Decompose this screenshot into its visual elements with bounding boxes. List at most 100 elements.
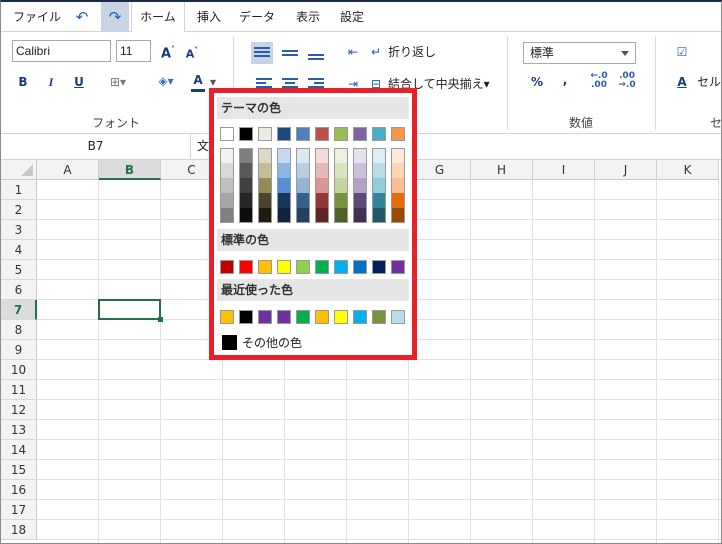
theme-shade-swatch[interactable] — [334, 148, 348, 163]
theme-shade-swatch[interactable] — [315, 163, 329, 178]
standard-color-swatch[interactable] — [372, 260, 386, 274]
theme-shade-swatch[interactable] — [372, 148, 386, 163]
theme-shade-swatch[interactable] — [277, 148, 291, 163]
row-header-1[interactable]: 1 — [1, 180, 37, 200]
theme-shade-swatch[interactable] — [315, 193, 329, 208]
theme-shade-swatch[interactable] — [391, 208, 405, 223]
recent-color-swatch[interactable] — [353, 310, 367, 324]
standard-color-swatch[interactable] — [239, 260, 253, 274]
theme-shade-swatch[interactable] — [353, 208, 367, 223]
theme-color-swatch[interactable] — [353, 127, 367, 141]
name-box[interactable]: B7 — [1, 134, 191, 159]
row-header-3[interactable]: 3 — [1, 220, 37, 240]
decrease-decimal-icon[interactable]: .00 →.0 — [617, 72, 637, 90]
standard-color-swatch[interactable] — [258, 260, 272, 274]
tab-home[interactable]: ホーム — [131, 2, 185, 33]
row-header-13[interactable]: 13 — [1, 420, 37, 440]
standard-color-swatch[interactable] — [220, 260, 234, 274]
standard-color-swatch[interactable] — [353, 260, 367, 274]
recent-color-swatch[interactable] — [315, 310, 329, 324]
theme-shade-swatch[interactable] — [296, 178, 310, 193]
fill-handle[interactable] — [158, 317, 163, 322]
row-header-5[interactable]: 5 — [1, 260, 37, 280]
theme-color-swatch[interactable] — [258, 127, 272, 141]
font-size-select[interactable]: 11 — [116, 40, 151, 62]
theme-shade-swatch[interactable] — [296, 208, 310, 223]
number-format-select[interactable]: 標準 — [523, 42, 636, 64]
indent-icon[interactable]: ⇤ — [345, 44, 361, 60]
theme-shade-swatch[interactable] — [258, 208, 272, 223]
recent-color-swatch[interactable] — [372, 310, 386, 324]
italic-button[interactable]: I — [43, 74, 59, 90]
standard-color-swatch[interactable] — [391, 260, 405, 274]
theme-shade-swatch[interactable] — [239, 163, 253, 178]
theme-shade-swatch[interactable] — [391, 193, 405, 208]
recent-color-swatch[interactable] — [296, 310, 310, 324]
theme-shade-swatch[interactable] — [220, 208, 234, 223]
theme-shade-swatch[interactable] — [220, 193, 234, 208]
theme-color-swatch[interactable] — [372, 127, 386, 141]
theme-color-swatch[interactable] — [315, 127, 329, 141]
theme-shade-swatch[interactable] — [277, 193, 291, 208]
theme-shade-swatch[interactable] — [353, 178, 367, 193]
theme-shade-swatch[interactable] — [239, 178, 253, 193]
tab-insert[interactable]: 挿入 — [191, 2, 227, 32]
theme-shade-swatch[interactable] — [391, 178, 405, 193]
column-header-j[interactable]: J — [595, 160, 657, 180]
selected-cell[interactable] — [98, 299, 161, 320]
underline-button[interactable]: U — [71, 74, 87, 90]
theme-shade-swatch[interactable] — [258, 193, 272, 208]
theme-color-swatch[interactable] — [277, 127, 291, 141]
row-header-16[interactable]: 16 — [1, 480, 37, 500]
fill-color-icon[interactable]: ◈▾ — [151, 73, 181, 89]
theme-shade-swatch[interactable] — [277, 163, 291, 178]
theme-shade-swatch[interactable] — [258, 148, 272, 163]
wrap-text-icon[interactable]: ↵ — [367, 44, 385, 60]
theme-shade-swatch[interactable] — [239, 208, 253, 223]
theme-shade-swatch[interactable] — [315, 178, 329, 193]
checkbox-icon[interactable]: ☑ — [675, 44, 689, 60]
standard-color-swatch[interactable] — [296, 260, 310, 274]
row-header-2[interactable]: 2 — [1, 200, 37, 220]
column-header-k[interactable]: K — [657, 160, 719, 180]
row-header-8[interactable]: 8 — [1, 320, 37, 340]
standard-color-swatch[interactable] — [334, 260, 348, 274]
theme-shade-swatch[interactable] — [296, 193, 310, 208]
theme-shade-swatch[interactable] — [391, 163, 405, 178]
theme-color-swatch[interactable] — [334, 127, 348, 141]
align-middle-button[interactable] — [279, 44, 301, 66]
redo-icon[interactable]: ↷ — [101, 2, 129, 32]
theme-shade-swatch[interactable] — [315, 148, 329, 163]
theme-shade-swatch[interactable] — [334, 208, 348, 223]
menu-file[interactable]: ファイル — [7, 2, 67, 32]
increase-decimal-icon[interactable]: ←.0.00 — [589, 72, 609, 90]
formula-input[interactable]: 文 — [197, 134, 209, 159]
standard-color-swatch[interactable] — [315, 260, 329, 274]
row-header-9[interactable]: 9 — [1, 340, 37, 360]
wrap-text-button[interactable]: 折り返し — [388, 44, 436, 60]
tab-settings[interactable]: 設定 — [333, 2, 371, 32]
increase-font-icon[interactable]: A˄ — [159, 42, 177, 62]
font-name-select[interactable]: Calibri — [12, 40, 111, 62]
theme-shade-swatch[interactable] — [372, 193, 386, 208]
align-bottom-button[interactable] — [305, 46, 327, 68]
column-header-g[interactable]: G — [409, 160, 471, 180]
row-header-14[interactable]: 14 — [1, 440, 37, 460]
recent-color-swatch[interactable] — [220, 310, 234, 324]
cell-style-button[interactable]: セル — [697, 74, 721, 90]
standard-color-swatch[interactable] — [277, 260, 291, 274]
theme-shade-swatch[interactable] — [220, 163, 234, 178]
select-all-corner[interactable] — [1, 160, 37, 180]
theme-shade-swatch[interactable] — [372, 178, 386, 193]
theme-shade-swatch[interactable] — [258, 178, 272, 193]
theme-shade-swatch[interactable] — [353, 163, 367, 178]
theme-color-swatch[interactable] — [220, 127, 234, 141]
theme-shade-swatch[interactable] — [277, 208, 291, 223]
row-header-17[interactable]: 17 — [1, 500, 37, 520]
theme-shade-swatch[interactable] — [220, 178, 234, 193]
theme-shade-swatch[interactable] — [315, 208, 329, 223]
theme-shade-swatch[interactable] — [372, 208, 386, 223]
column-header-h[interactable]: H — [471, 160, 533, 180]
recent-color-swatch[interactable] — [391, 310, 405, 324]
theme-color-swatch[interactable] — [391, 127, 405, 141]
